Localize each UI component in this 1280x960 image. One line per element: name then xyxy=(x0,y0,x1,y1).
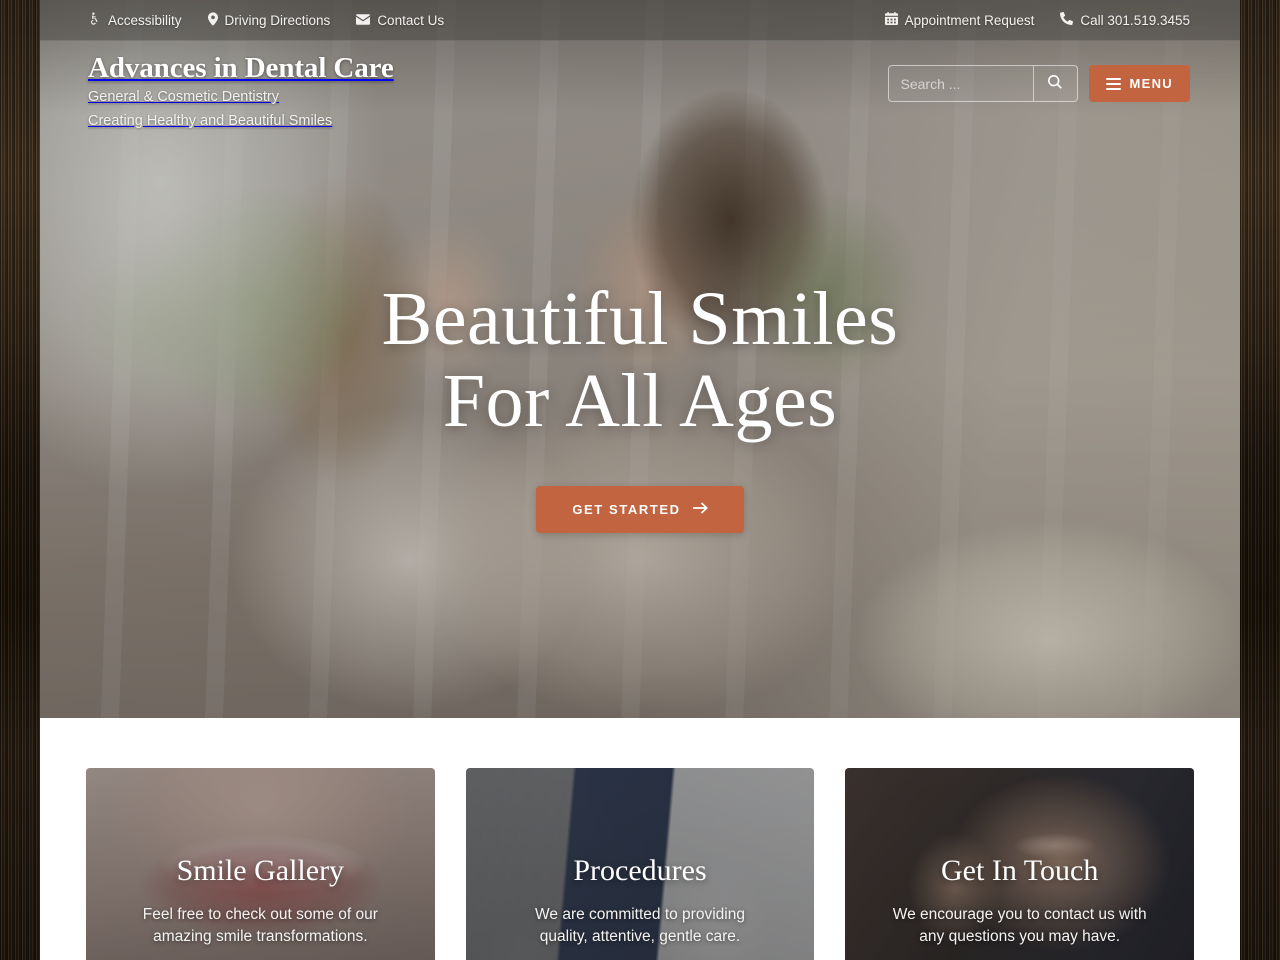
hamburger-icon xyxy=(1105,77,1121,90)
card-description: Feel free to check out some of our amazi… xyxy=(104,904,417,948)
topbar-left-links: Accessibility Driving Directions Contact… xyxy=(88,11,444,29)
search-submit-button[interactable] xyxy=(1032,66,1077,101)
feature-cards: Smile Gallery Feel free to check out som… xyxy=(40,718,1240,960)
card-title: Get In Touch xyxy=(941,854,1099,887)
site-tagline-secondary: Creating Healthy and Beautiful Smiles xyxy=(88,112,333,129)
envelope-icon xyxy=(356,13,371,28)
card-description-line-1: We encourage you to contact us with xyxy=(892,906,1147,923)
site-logo[interactable]: Advances in Dental Care General & Cosmet… xyxy=(88,49,394,131)
card-description-line-1: We are committed to providing xyxy=(535,906,745,923)
hero-section: Accessibility Driving Directions Contact… xyxy=(40,0,1240,718)
topbar-link-driving-directions[interactable]: Driving Directions xyxy=(207,11,331,29)
topbar-link-accessibility[interactable]: Accessibility xyxy=(88,12,182,28)
topbar-link-label: Call 301.519.3455 xyxy=(1080,12,1190,28)
topbar-link-label: Driving Directions xyxy=(224,12,331,28)
search-box xyxy=(887,65,1078,102)
topbar-link-label: Accessibility xyxy=(108,12,182,28)
page-frame: Accessibility Driving Directions Contact… xyxy=(40,0,1240,960)
topbar-link-appointment-request[interactable]: Appointment Request xyxy=(884,12,1035,28)
menu-button-label: MENU xyxy=(1129,76,1173,91)
feature-card-procedures[interactable]: Procedures We are committed to providing… xyxy=(465,768,815,960)
topbar-link-call-phone[interactable]: Call 301.519.3455 xyxy=(1060,11,1190,28)
topbar-link-label: Contact Us xyxy=(377,12,445,28)
card-body: Smile Gallery Feel free to check out som… xyxy=(86,854,435,948)
site-title: Advances in Dental Care xyxy=(88,52,394,84)
wood-frame-left xyxy=(0,0,40,960)
card-description-line-2: amazing smile transformations. xyxy=(153,928,368,945)
header-tools: MENU xyxy=(887,49,1190,102)
site-masthead: Advances in Dental Care General & Cosmet… xyxy=(40,41,1240,131)
card-body: Get In Touch We encourage you to contact… xyxy=(845,854,1194,948)
utility-topbar: Accessibility Driving Directions Contact… xyxy=(40,0,1240,41)
card-title: Procedures xyxy=(573,854,707,887)
wheelchair-icon xyxy=(88,12,101,28)
menu-button[interactable]: MENU xyxy=(1088,65,1190,102)
card-description-line-2: any questions you may have. xyxy=(919,928,1121,945)
get-started-button[interactable]: GET STARTED xyxy=(536,486,744,534)
site-tagline-primary: General & Cosmetic Dentistry xyxy=(88,89,279,106)
card-description-line-1: Feel free to check out some of our xyxy=(142,906,378,923)
get-started-label: GET STARTED xyxy=(572,502,681,518)
feature-card-get-in-touch[interactable]: Get In Touch We encourage you to contact… xyxy=(845,768,1195,960)
search-input[interactable] xyxy=(888,66,1033,101)
feature-card-smile-gallery[interactable]: Smile Gallery Feel free to check out som… xyxy=(86,768,435,960)
card-description: We encourage you to contact us with any … xyxy=(863,904,1176,948)
topbar-link-contact-us[interactable]: Contact Us xyxy=(356,13,444,28)
card-description-line-2: quality, attentive, gentle care. xyxy=(539,928,741,945)
map-pin-icon xyxy=(207,11,218,29)
phone-icon xyxy=(1060,11,1074,28)
topbar-link-label: Appointment Request xyxy=(904,12,1035,28)
search-icon xyxy=(1048,74,1062,92)
hero-headline: Beautiful Smiles For All Ages xyxy=(40,278,1240,442)
hero-content: Beautiful Smiles For All Ages GET STARTE… xyxy=(40,278,1240,534)
card-title: Smile Gallery xyxy=(176,854,345,887)
card-description: We are committed to providing quality, a… xyxy=(484,904,797,948)
wood-frame-right xyxy=(1240,0,1280,960)
hero-headline-line-1: Beautiful Smiles xyxy=(381,277,899,361)
hero-headline-line-2: For All Ages xyxy=(442,359,838,444)
calendar-icon xyxy=(884,12,898,28)
topbar-right-links: Appointment Request Call 301.519.3455 xyxy=(859,11,1190,28)
card-body: Procedures We are committed to providing… xyxy=(466,854,815,948)
arrow-right-icon xyxy=(692,502,708,517)
